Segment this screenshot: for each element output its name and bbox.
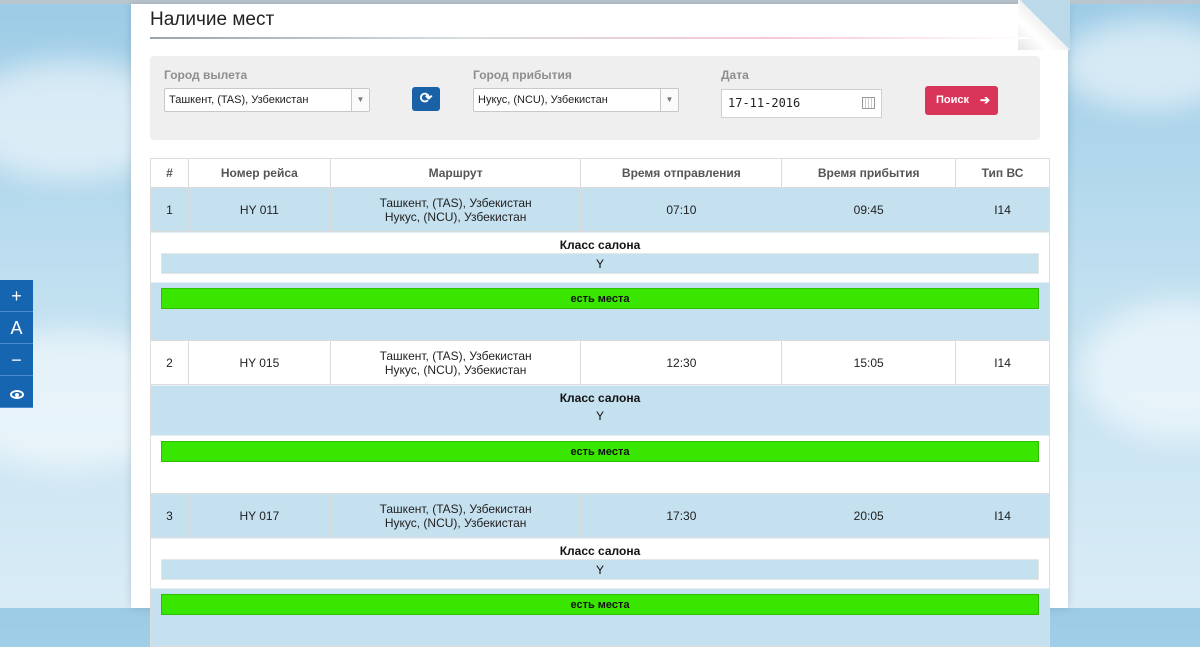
route-to: Нукус, (NCU), Узбекистан <box>384 209 527 224</box>
chevron-down-icon: ▼ <box>351 89 369 111</box>
departure-time: 12:30 <box>580 340 783 385</box>
font-reset-button[interactable]: A <box>0 312 33 344</box>
class-detail-row: Класс салона Y есть места <box>150 537 1050 647</box>
flight-number: HY 017 <box>187 493 331 538</box>
font-reset-icon: A <box>10 318 23 338</box>
col-header-departure: Время отправления <box>580 158 783 188</box>
route-to: Нукус, (NCU), Узбекистан <box>384 515 527 530</box>
route-from: Ташкент, (TAS), Узбекистан <box>379 348 532 363</box>
arrival-time: 20:05 <box>781 493 957 538</box>
departure-select[interactable]: Ташкент, (TAS), Узбекистан ▼ <box>164 88 370 112</box>
refresh-icon: ⟳ <box>419 90 433 107</box>
arrival-time: 15:05 <box>781 340 957 385</box>
aircraft-type: I14 <box>955 187 1050 232</box>
col-header-number: # <box>150 158 189 188</box>
route-from: Ташкент, (TAS), Узбекистан <box>379 195 532 210</box>
search-filter-panel: Город вылета Ташкент, (TAS), Узбекистан … <box>150 56 1040 140</box>
zoom-in-icon: + <box>11 286 22 306</box>
date-value: 17-11-2016 <box>728 96 801 110</box>
main-content-sheet: Наличие мест Город вылета Ташкент, (TAS)… <box>131 0 1070 647</box>
route-cell: Ташкент, (TAS), Узбекистан Нукус, (NCU),… <box>329 493 582 538</box>
route-cell: Ташкент, (TAS), Узбекистан Нукус, (NCU),… <box>329 187 582 232</box>
arrival-label: Город прибытия <box>473 68 572 82</box>
route-from: Ташкент, (TAS), Узбекистан <box>379 501 532 516</box>
departure-time: 07:10 <box>580 187 783 232</box>
date-label: Дата <box>721 68 749 82</box>
flight-number: HY 015 <box>187 340 331 385</box>
search-button-label: Поиск <box>936 94 970 106</box>
cabin-class-label: Класс салона <box>559 391 641 405</box>
cabin-class-value: Y <box>595 409 604 423</box>
accessibility-toolbar: + A − <box>0 280 33 408</box>
seats-available-status: есть места <box>161 288 1039 309</box>
zoom-in-button[interactable]: + <box>0 280 33 312</box>
departure-time: 17:30 <box>580 493 783 538</box>
col-header-flight: Номер рейса <box>187 158 331 188</box>
flight-number: HY 011 <box>187 187 331 232</box>
table-row: 3 HY 017 Ташкент, (TAS), Узбекистан Нуку… <box>150 493 1050 538</box>
class-detail-row: Класс салона Y есть места <box>150 231 1050 341</box>
class-detail-row: Класс салона Y есть места <box>150 384 1050 494</box>
search-button[interactable]: Поиск ➔ <box>925 86 998 115</box>
aircraft-type: I14 <box>955 340 1050 385</box>
arrival-value: Нукус, (NCU), Узбекистан <box>478 94 608 106</box>
zoom-out-button[interactable]: − <box>0 344 33 376</box>
swap-cities-button[interactable]: ⟳ <box>412 87 440 111</box>
table-header-row: # Номер рейса Маршрут Время отправления … <box>150 158 1050 188</box>
row-number: 3 <box>150 493 189 538</box>
cabin-class-value: Y <box>161 253 1039 274</box>
aircraft-type: I14 <box>955 493 1050 538</box>
cabin-class-label: Класс салона <box>559 544 641 558</box>
table-row: 2 HY 015 Ташкент, (TAS), Узбекистан Нуку… <box>150 340 1050 385</box>
zoom-out-icon: − <box>11 350 22 370</box>
row-number: 2 <box>150 340 189 385</box>
row-number: 1 <box>150 187 189 232</box>
departure-value: Ташкент, (TAS), Узбекистан <box>169 94 309 106</box>
col-header-route: Маршрут <box>329 158 582 188</box>
title-divider <box>150 37 1030 39</box>
col-header-arrival: Время прибытия <box>781 158 957 188</box>
eye-icon <box>9 390 24 399</box>
cabin-class-value: Y <box>161 559 1039 580</box>
calendar-icon[interactable] <box>862 97 875 109</box>
page-curl-decoration <box>1018 0 1070 50</box>
chevron-down-icon: ▼ <box>660 89 678 111</box>
route-cell: Ташкент, (TAS), Узбекистан Нукус, (NCU),… <box>329 340 582 385</box>
seats-available-status: есть места <box>161 594 1039 615</box>
date-input[interactable]: 17-11-2016 <box>721 89 882 118</box>
arrival-time: 09:45 <box>781 187 957 232</box>
departure-label: Город вылета <box>164 68 248 82</box>
arrival-select[interactable]: Нукус, (NCU), Узбекистан ▼ <box>473 88 679 112</box>
contrast-mode-button[interactable] <box>0 376 33 408</box>
seats-available-status: есть места <box>161 441 1039 462</box>
table-row: 1 HY 011 Ташкент, (TAS), Узбекистан Нуку… <box>150 187 1050 232</box>
col-header-aircraft: Тип ВС <box>955 158 1050 188</box>
arrow-right-icon: ➔ <box>979 93 990 107</box>
availability-table: # Номер рейса Маршрут Время отправления … <box>150 158 1050 647</box>
route-to: Нукус, (NCU), Узбекистан <box>384 362 527 377</box>
page-title: Наличие мест <box>150 9 275 30</box>
cabin-class-label: Класс салона <box>559 238 641 252</box>
